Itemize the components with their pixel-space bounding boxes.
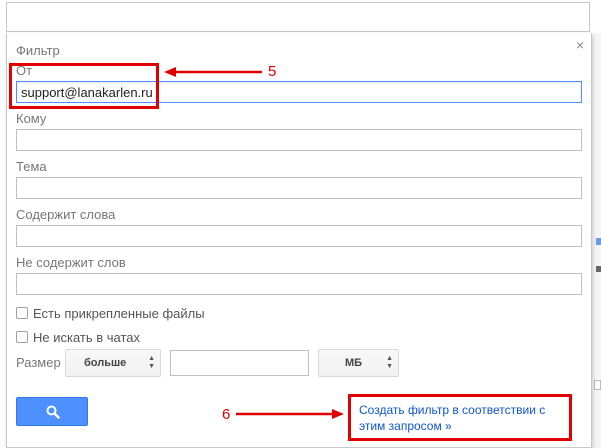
to-label: Кому xyxy=(16,111,47,126)
subject-field[interactable] xyxy=(16,177,582,199)
has-attachment-checkbox[interactable] xyxy=(16,307,28,319)
background-search-box xyxy=(6,2,590,32)
has-attachment-row: Есть прикрепленные файлы xyxy=(16,305,205,321)
size-label: Размер xyxy=(16,355,61,370)
subject-label: Тема xyxy=(16,159,47,174)
close-icon[interactable]: × xyxy=(576,38,584,52)
has-words-field[interactable] xyxy=(16,225,582,247)
size-comparator-select[interactable]: больше ▲ ▼ xyxy=(65,349,161,377)
has-attachment-label: Есть прикрепленные файлы xyxy=(33,305,205,321)
annotation-arrow-6 xyxy=(236,409,344,419)
annotation-box-create-filter xyxy=(348,394,572,441)
to-field[interactable] xyxy=(16,129,582,151)
has-words-label: Содержит слова xyxy=(16,207,116,222)
size-unit-value: МБ xyxy=(345,357,363,369)
size-comparator-value: больше xyxy=(84,357,127,369)
dialog-title: Фильтр xyxy=(16,43,60,58)
select-arrows-icon: ▲ ▼ xyxy=(386,355,393,370)
annotation-number-6: 6 xyxy=(222,406,231,423)
background-top-bar xyxy=(0,0,601,33)
annotation-number-5: 5 xyxy=(268,63,277,80)
exclude-chats-row: Не искать в чатах xyxy=(16,329,140,345)
size-unit-select[interactable]: МБ ▲ ▼ xyxy=(318,349,399,377)
exclude-chats-checkbox[interactable] xyxy=(16,331,28,343)
doesnt-have-label: Не содержит слов xyxy=(16,255,126,270)
search-button[interactable] xyxy=(16,397,88,426)
exclude-chats-label: Не искать в чатах xyxy=(33,329,141,345)
annotation-box-from xyxy=(9,63,159,109)
background-link-fragment xyxy=(596,238,601,245)
doesnt-have-field[interactable] xyxy=(16,273,582,295)
annotation-arrow-5 xyxy=(164,67,262,77)
magnifier-icon xyxy=(46,405,60,419)
size-value-input[interactable] xyxy=(170,350,309,376)
background-text-fragment xyxy=(596,266,601,272)
select-arrows-icon: ▲ ▼ xyxy=(148,355,155,370)
background-control-fragment xyxy=(594,380,601,390)
